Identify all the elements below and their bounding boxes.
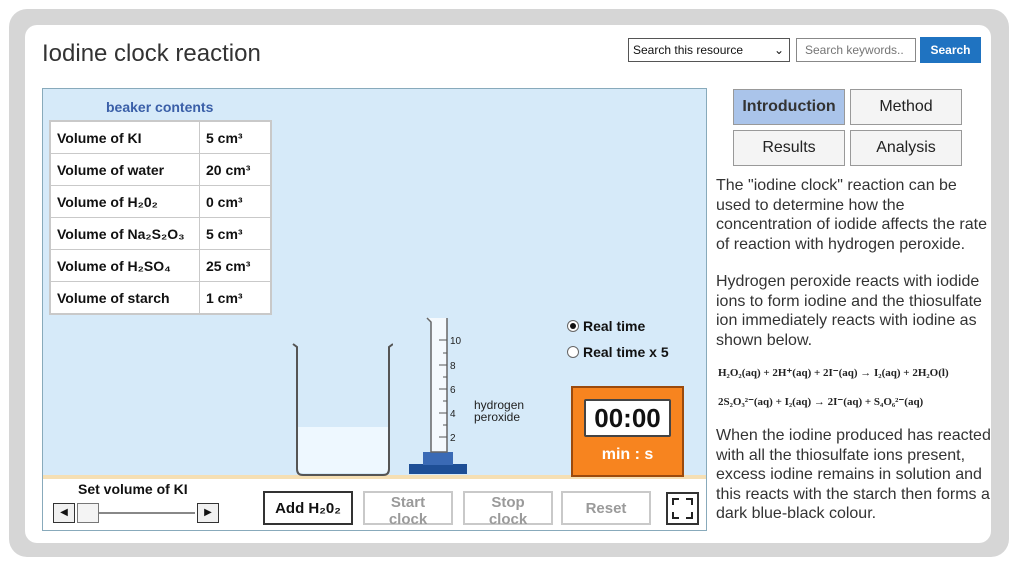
table-row: Volume of H₂0₂ 0 cm³ <box>49 185 272 218</box>
measuring-cylinder: 10 8 6 4 2 <box>409 317 467 474</box>
add-h2o2-button[interactable]: Add H₂0₂ <box>263 491 353 525</box>
row-label: Volume of starch <box>49 281 200 315</box>
tab-introduction[interactable]: Introduction <box>733 89 845 125</box>
table-row: Volume of KI 5 cm³ <box>49 120 272 154</box>
row-value: 5 cm³ <box>199 217 272 250</box>
search-scope-select[interactable]: Search this resource ⌄ <box>628 38 790 62</box>
cylinder-tick-label: 4 <box>450 409 456 420</box>
cylinder-label-line: peroxide <box>474 410 521 424</box>
row-label: Volume of H₂0₂ <box>49 185 200 218</box>
page-title: Iodine clock reaction <box>42 40 261 67</box>
chevron-down-icon: ⌄ <box>773 43 784 57</box>
slider-left-button[interactable]: ◀ <box>53 503 75 523</box>
row-value: 25 cm³ <box>199 249 272 282</box>
table-row: Volume of water 20 cm³ <box>49 153 272 186</box>
row-value: 0 cm³ <box>199 185 272 218</box>
ki-volume-slider[interactable]: ◀ ▶ <box>53 503 221 525</box>
beaker <box>292 343 393 476</box>
tab-results[interactable]: Results <box>733 130 845 166</box>
row-value: 5 cm³ <box>199 120 272 154</box>
simulation-panel: beaker contents Volume of KI 5 cm³ Volum… <box>42 88 707 531</box>
search-input[interactable] <box>796 38 916 62</box>
search-scope-value: Search this resource <box>633 43 744 57</box>
cylinder-tick-label: 2 <box>450 433 456 444</box>
radio-dot-selected <box>567 320 579 332</box>
equation: 2S₂O₃²⁻(aq) + I₂(aq) → 2I⁻(aq) + S₄O₆²⁻(… <box>718 396 924 408</box>
beaker-contents-table: Volume of KI 5 cm³ Volume of water 20 cm… <box>49 120 272 315</box>
stop-clock-button[interactable]: Stop clock <box>463 491 553 528</box>
cylinder-base <box>409 464 467 474</box>
row-label: Volume of water <box>49 153 200 186</box>
table-row: Volume of H₂SO₄ 25 cm³ <box>49 249 272 282</box>
slider-right-button[interactable]: ▶ <box>197 503 219 523</box>
fullscreen-icon <box>672 498 693 519</box>
radio-label: Real time x 5 <box>583 344 669 360</box>
beaker-contents-heading: beaker contents <box>106 99 214 115</box>
timer: 00:00 min : s <box>571 386 684 477</box>
intro-paragraph: Hydrogen peroxide reacts with iodide ion… <box>716 273 982 349</box>
row-value: 20 cm³ <box>199 153 272 186</box>
cylinder-tick-label: 10 <box>450 336 462 347</box>
tab-method[interactable]: Method <box>850 89 962 125</box>
radio-dot <box>567 346 579 358</box>
beaker-liquid <box>298 427 388 473</box>
row-value: 1 cm³ <box>199 281 272 315</box>
fullscreen-button[interactable] <box>666 492 699 525</box>
table-row: Volume of Na₂S₂O₃ 5 cm³ <box>49 217 272 250</box>
tab-analysis[interactable]: Analysis <box>850 130 962 166</box>
reset-button[interactable]: Reset <box>561 491 651 525</box>
intro-paragraph: The "iodine clock" reaction can be used … <box>716 177 987 253</box>
timer-unit: min : s <box>601 446 654 463</box>
search-button[interactable]: Search <box>920 37 981 63</box>
radio-real-time[interactable]: Real time <box>567 318 645 334</box>
cylinder-label: hydrogen peroxide <box>474 399 524 423</box>
equation: H₂O₂(aq) + 2H⁺(aq) + 2I⁻(aq) → I₂(aq) + … <box>718 367 949 379</box>
row-label: Volume of Na₂S₂O₃ <box>49 217 200 250</box>
slider-thumb[interactable] <box>77 503 99 523</box>
radio-real-time-x5[interactable]: Real time x 5 <box>567 344 669 360</box>
row-label: Volume of H₂SO₄ <box>49 249 200 282</box>
cylinder-glass <box>426 317 448 453</box>
start-clock-button[interactable]: Start clock <box>363 491 453 528</box>
intro-paragraph: When the iodine produced has reacted wit… <box>716 427 991 522</box>
radio-label: Real time <box>583 318 646 334</box>
cylinder-tick-label: 6 <box>450 385 456 396</box>
table-row: Volume of starch 1 cm³ <box>49 281 272 315</box>
cylinder-tick-label: 8 <box>450 361 456 372</box>
cylinder-foot <box>423 452 453 465</box>
row-label: Volume of KI <box>49 120 200 154</box>
set-volume-label: Set volume of KI <box>78 481 188 497</box>
timer-display: 00:00 <box>584 399 671 437</box>
